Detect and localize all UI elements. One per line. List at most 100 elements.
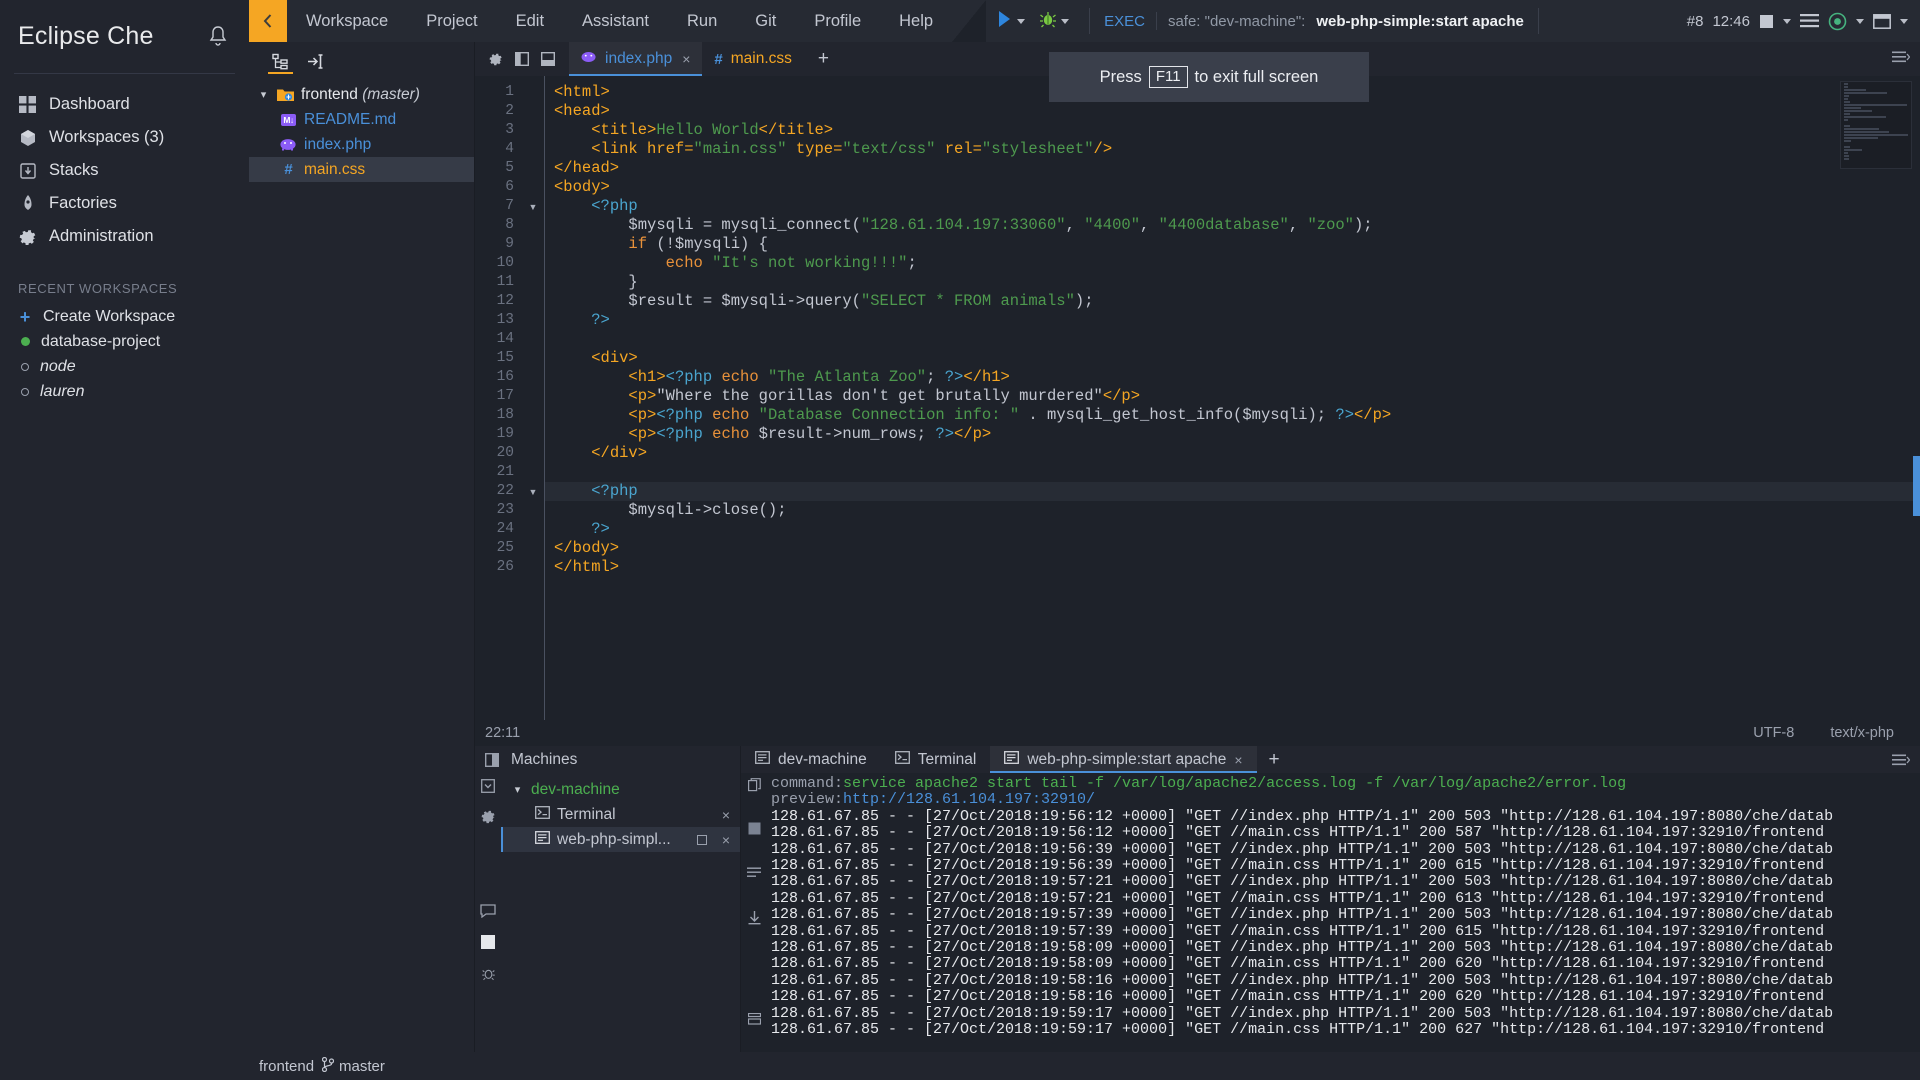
sidebar-item-dashboard[interactable]: Dashboard — [0, 88, 249, 121]
fold-toggle-icon[interactable]: ▼ — [522, 482, 544, 501]
code-line[interactable]: ?> — [545, 311, 1920, 330]
stop-icon[interactable] — [748, 822, 761, 835]
bell-icon[interactable] — [207, 24, 229, 50]
debug-button[interactable] — [1035, 6, 1073, 37]
code-line[interactable]: $mysqli->close(); — [545, 501, 1920, 520]
code-line[interactable]: <p><?php echo $result->num_rows; ?></p> — [545, 425, 1920, 444]
code-line[interactable]: ?> — [545, 520, 1920, 539]
list-icon[interactable] — [1800, 13, 1819, 29]
recent-item-lauren[interactable]: lauren — [0, 379, 249, 404]
console-tab-terminal[interactable]: Terminal — [881, 746, 991, 773]
panel-left-icon[interactable] — [515, 52, 529, 66]
machine-row-web-php-simple[interactable]: web-php-simpl... × — [501, 827, 740, 852]
code-content[interactable]: <html><head> <title>Hello World</title> … — [544, 76, 1920, 720]
target-icon[interactable] — [1828, 12, 1847, 31]
new-tab-button[interactable]: + — [804, 42, 843, 76]
status-branch[interactable]: master — [322, 1057, 385, 1076]
menu-workspace[interactable]: Workspace — [287, 0, 407, 42]
square-icon[interactable] — [480, 934, 496, 950]
tree-row[interactable]: M↓ README.md — [249, 107, 474, 132]
menu-run[interactable]: Run — [668, 0, 736, 42]
code-line[interactable]: $mysqli = mysqli_connect("128.61.104.197… — [545, 216, 1920, 235]
gear-icon[interactable] — [481, 809, 496, 824]
code-line[interactable]: </body> — [545, 539, 1920, 558]
code-line[interactable]: <div> — [545, 349, 1920, 368]
sidebar-item-factories[interactable]: Factories — [0, 187, 249, 220]
create-workspace-item[interactable]: + Create Workspace — [0, 304, 249, 329]
clear-icon[interactable] — [748, 1013, 761, 1025]
scroll-to-bottom-icon[interactable] — [748, 911, 761, 925]
close-icon[interactable]: × — [682, 51, 690, 67]
sidebar-item-administration[interactable]: Administration — [0, 220, 249, 253]
hamburger-icon[interactable] — [1892, 50, 1910, 68]
sidebar-item-workspaces[interactable]: Workspaces (3) — [0, 121, 249, 154]
window-icon[interactable] — [1873, 14, 1891, 29]
project-tree-icon[interactable] — [271, 48, 290, 70]
stop-square-icon[interactable] — [1759, 14, 1774, 29]
code-line[interactable]: <p>"Where the gorillas don't get brutall… — [545, 387, 1920, 406]
chevron-down-icon[interactable] — [1900, 19, 1908, 24]
code-editor[interactable]: 1234567891011121314151617181920212223242… — [475, 76, 1920, 720]
fold-toggle-icon[interactable]: ▼ — [522, 197, 544, 216]
menu-assistant[interactable]: Assistant — [563, 0, 668, 42]
editor-scrollbar[interactable] — [1913, 456, 1920, 516]
wrap-icon[interactable] — [747, 867, 761, 879]
menu-project[interactable]: Project — [407, 0, 496, 42]
close-icon[interactable]: × — [1234, 752, 1242, 768]
console-output[interactable]: command:service apache2 start tail -f /v… — [767, 773, 1920, 1052]
code-line[interactable]: $result = $mysqli->query("SELECT * FROM … — [545, 292, 1920, 311]
menu-git[interactable]: Git — [736, 0, 795, 42]
bug-icon[interactable] — [481, 966, 496, 981]
menu-profile[interactable]: Profile — [795, 0, 880, 42]
code-line[interactable]: <h1><?php echo "The Atlanta Zoo"; ?></h1… — [545, 368, 1920, 387]
panel-icon[interactable] — [485, 753, 499, 767]
close-icon[interactable]: × — [722, 807, 740, 823]
hamburger-icon[interactable] — [1892, 754, 1910, 766]
code-line[interactable]: <?php — [545, 197, 1920, 216]
code-line[interactable]: } — [545, 273, 1920, 292]
code-line[interactable]: </html> — [545, 558, 1920, 577]
copy-icon[interactable] — [748, 778, 761, 792]
chevron-down-icon[interactable] — [1783, 19, 1791, 24]
tree-row[interactable]: index.php — [249, 132, 474, 157]
sidebar-item-stacks[interactable]: Stacks — [0, 154, 249, 187]
console-tab-web-php-simple[interactable]: web-php-simple:start apache × — [990, 746, 1256, 773]
code-line[interactable]: if (!$mysqli) { — [545, 235, 1920, 254]
gear-icon[interactable] — [489, 52, 503, 66]
chevron-down-icon[interactable]: ▾ — [511, 783, 524, 796]
code-line[interactable]: </head> — [545, 159, 1920, 178]
chevron-down-icon[interactable] — [1061, 19, 1069, 24]
chevron-down-icon[interactable] — [1856, 19, 1864, 24]
code-line[interactable]: <link href="main.css" type="text/css" re… — [545, 140, 1920, 159]
tab-main-css[interactable]: # main.css — [702, 42, 804, 76]
code-line[interactable]: echo "It's not working!!!"; — [545, 254, 1920, 273]
code-line[interactable]: </div> — [545, 444, 1920, 463]
menu-edit[interactable]: Edit — [497, 0, 563, 42]
stop-icon[interactable] — [697, 835, 707, 845]
chevron-down-icon[interactable]: ▾ — [257, 88, 270, 101]
editor-minimap[interactable] — [1840, 81, 1912, 169]
menu-help[interactable]: Help — [880, 0, 952, 42]
machine-row-dev-machine[interactable]: ▾ dev-machine — [501, 777, 740, 802]
collapse-all-icon[interactable] — [306, 48, 325, 70]
code-line[interactable]: <head> — [545, 102, 1920, 121]
exec-status[interactable]: EXEC safe: "dev-machine": web-php-simple… — [1089, 8, 1539, 34]
console-tab-dev-machine[interactable]: dev-machine — [741, 746, 881, 773]
tree-row[interactable]: ▾ frontend (master) — [249, 82, 474, 107]
code-line[interactable]: <p><?php echo "Database Connection info:… — [545, 406, 1920, 425]
code-line[interactable]: <?php — [545, 482, 1920, 501]
chat-icon[interactable] — [480, 904, 496, 918]
code-line[interactable]: <title>Hello World</title> — [545, 121, 1920, 140]
code-line[interactable]: <body> — [545, 178, 1920, 197]
close-icon[interactable]: × — [722, 832, 740, 848]
add-console-button[interactable]: + — [1257, 746, 1292, 773]
recent-item-database-project[interactable]: database-project — [0, 329, 249, 354]
collapse-icon[interactable] — [481, 779, 495, 793]
panel-bottom-icon[interactable] — [541, 52, 555, 66]
recent-item-node[interactable]: node — [0, 354, 249, 379]
tree-row[interactable]: # main.css — [249, 157, 474, 182]
code-line[interactable] — [545, 330, 1920, 349]
preview-url[interactable]: http://128.61.104.197:32910/ — [843, 791, 1095, 808]
machine-row-terminal[interactable]: Terminal × — [501, 802, 740, 827]
tab-index-php[interactable]: index.php × — [569, 42, 702, 76]
